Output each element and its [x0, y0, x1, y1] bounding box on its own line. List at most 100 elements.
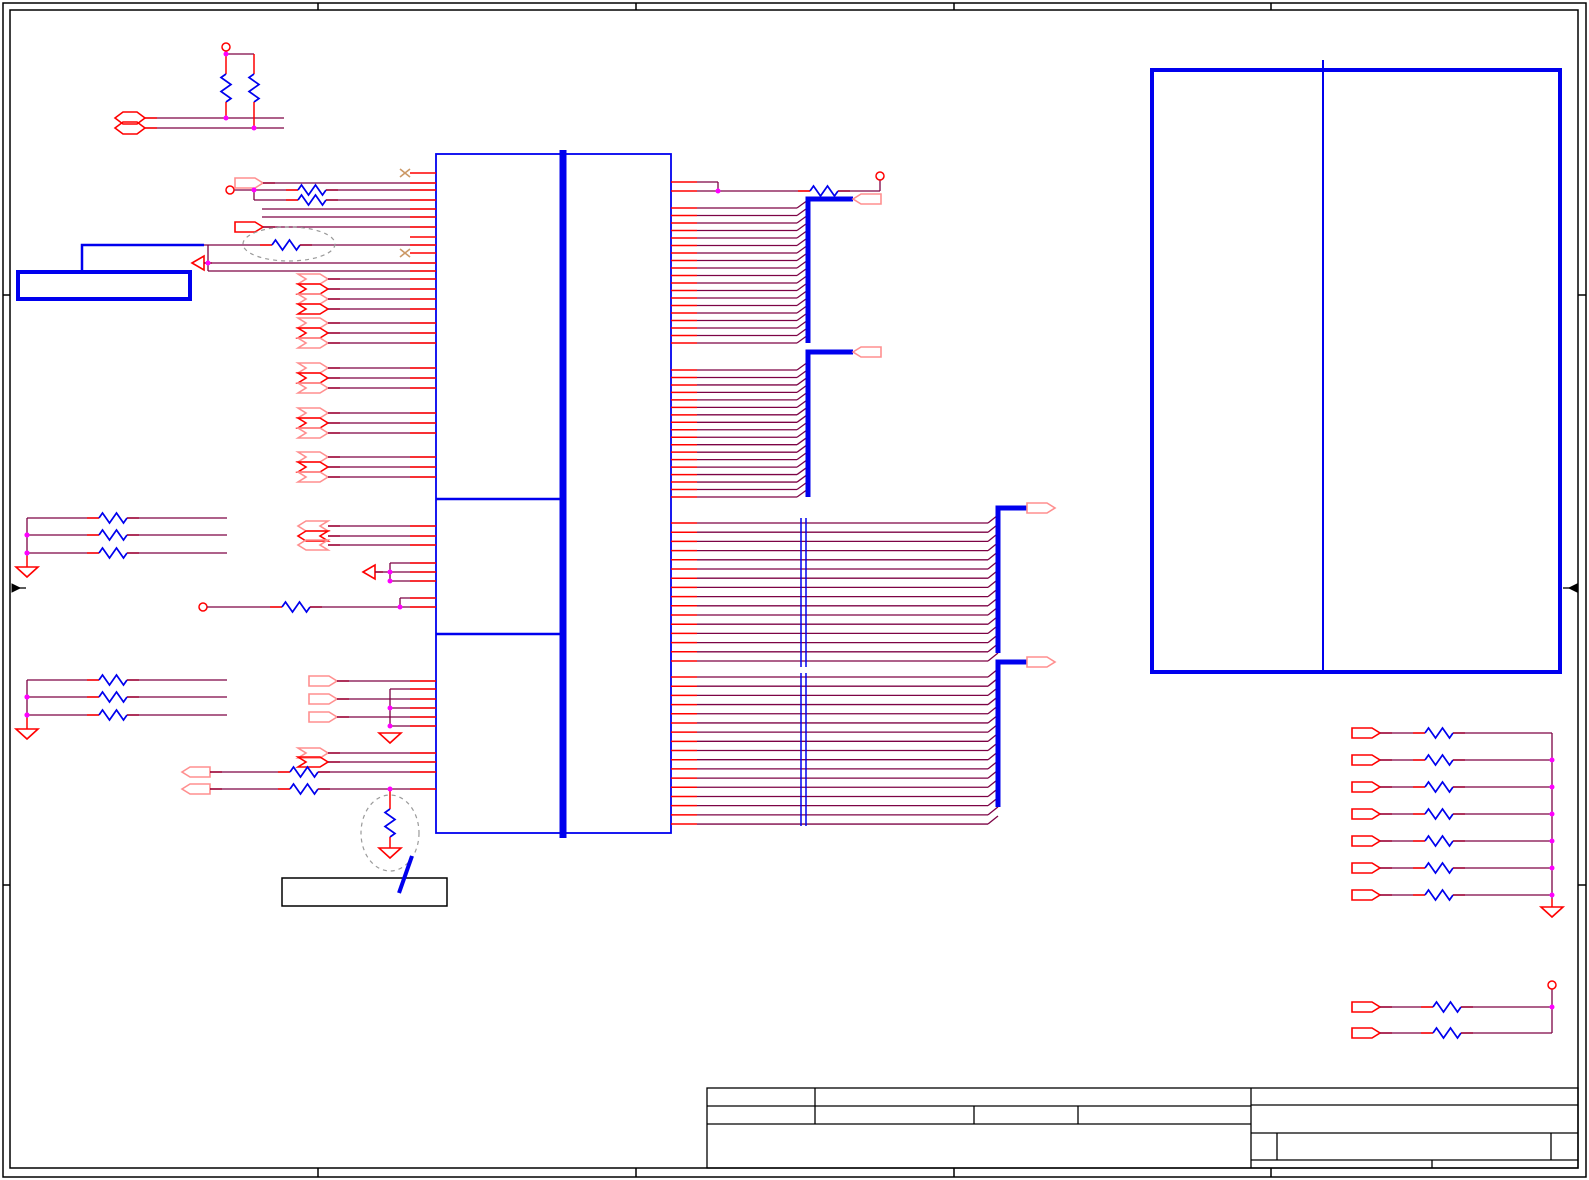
input-port[interactable]	[234, 221, 265, 233]
input-port[interactable]	[1351, 862, 1382, 874]
terminal[interactable]	[875, 171, 885, 181]
junction-dot	[24, 550, 30, 556]
series-resistor[interactable]	[289, 765, 319, 779]
junction-dot	[205, 260, 211, 266]
ground-symbol[interactable]	[13, 728, 41, 741]
schematic-viewer	[0, 0, 1589, 1180]
resistor[interactable]	[98, 528, 128, 542]
resistor[interactable]	[1424, 807, 1454, 821]
bus	[805, 196, 853, 343]
output-port[interactable]	[180, 783, 211, 795]
schematic-canvas[interactable]	[0, 0, 1589, 1180]
resistor[interactable]	[98, 511, 128, 525]
junction-dot	[223, 115, 229, 121]
resistor[interactable]	[98, 708, 128, 722]
input-port[interactable]	[1351, 808, 1382, 820]
chevron-port[interactable]	[295, 327, 330, 339]
bus-port-right[interactable]	[1026, 656, 1057, 668]
input-port[interactable]	[1351, 754, 1382, 766]
pulldown-resistor[interactable]	[383, 808, 397, 838]
junction-dot	[223, 51, 229, 57]
ground-symbol[interactable]	[13, 566, 41, 579]
junction-dot	[251, 187, 257, 193]
series-resistor[interactable]	[281, 600, 311, 614]
series-resistor[interactable]	[297, 193, 327, 207]
memory-block[interactable]	[1150, 68, 1562, 674]
resistor[interactable]	[1424, 861, 1454, 875]
resistor[interactable]	[98, 546, 128, 560]
resistor[interactable]	[1424, 726, 1454, 740]
output-port[interactable]	[361, 563, 376, 581]
resistor[interactable]	[98, 690, 128, 704]
series-resistor[interactable]	[297, 183, 327, 197]
junction-dot	[24, 694, 30, 700]
input-port[interactable]	[1351, 781, 1382, 793]
pullup-resistor[interactable]	[247, 73, 261, 103]
junction-dot	[1549, 865, 1555, 871]
junction-dot	[1549, 838, 1555, 844]
resistor[interactable]	[1432, 1000, 1462, 1014]
bus-port-right[interactable]	[1026, 502, 1057, 514]
input-port[interactable]	[308, 675, 339, 687]
terminal[interactable]	[221, 42, 231, 52]
resistor[interactable]	[1424, 753, 1454, 767]
annotation-pointer	[397, 855, 414, 894]
chevron-port[interactable]	[295, 471, 330, 483]
chevron-port[interactable]	[295, 372, 330, 384]
output-port[interactable]	[180, 766, 211, 778]
annotation-box[interactable]	[281, 877, 448, 907]
input-port[interactable]	[1351, 889, 1382, 901]
junction-dot	[387, 705, 393, 711]
junction-dot	[1549, 784, 1555, 790]
resistor[interactable]	[1432, 1026, 1462, 1040]
input-port[interactable]	[1351, 1027, 1382, 1039]
junction-dot	[387, 578, 393, 584]
junction-dot	[715, 188, 721, 194]
highlight-ellipse	[242, 226, 336, 262]
chevron-port[interactable]	[295, 362, 330, 374]
output-port[interactable]	[190, 254, 205, 272]
resistor[interactable]	[1424, 780, 1454, 794]
chevron-port[interactable]	[295, 427, 330, 439]
input-port[interactable]	[1351, 835, 1382, 847]
input-port[interactable]	[1351, 1001, 1382, 1013]
chevron-port[interactable]	[295, 417, 330, 429]
terminal[interactable]	[1547, 980, 1557, 990]
title-block[interactable]	[706, 1087, 1579, 1169]
ground-symbol[interactable]	[376, 847, 404, 860]
input-port[interactable]	[1351, 727, 1382, 739]
bus-port-left[interactable]	[851, 193, 882, 205]
chevron-port[interactable]	[295, 407, 330, 419]
bus-port-left[interactable]	[851, 346, 882, 358]
pullup-resistor[interactable]	[219, 73, 233, 103]
ground-symbol[interactable]	[1538, 906, 1566, 919]
chevron-port[interactable]	[295, 337, 330, 349]
junction-dot	[397, 604, 403, 610]
input-port[interactable]	[308, 693, 339, 705]
ground-symbol[interactable]	[376, 732, 404, 745]
input-port[interactable]	[234, 177, 265, 189]
junction-dot	[387, 723, 393, 729]
chevron-port[interactable]	[295, 273, 330, 285]
chevron-port[interactable]	[296, 520, 331, 532]
resistor[interactable]	[1424, 834, 1454, 848]
terminal[interactable]	[198, 602, 208, 612]
terminal[interactable]	[225, 185, 235, 195]
chevron-port[interactable]	[295, 303, 330, 315]
chevron-port[interactable]	[295, 317, 330, 329]
chevron-port[interactable]	[295, 283, 330, 295]
connector-block[interactable]	[435, 153, 672, 834]
resistor[interactable]	[1424, 888, 1454, 902]
bus	[995, 659, 1027, 807]
series-resistor[interactable]	[271, 238, 301, 252]
chevron-port[interactable]	[295, 461, 330, 473]
chevron-port[interactable]	[295, 293, 330, 305]
net-label-box[interactable]	[16, 270, 192, 301]
input-port[interactable]	[308, 711, 339, 723]
chevron-port[interactable]	[295, 382, 330, 394]
junction-dot	[1549, 757, 1555, 763]
resistor[interactable]	[98, 673, 128, 687]
series-resistor[interactable]	[809, 184, 839, 198]
chevron-port[interactable]	[295, 451, 330, 463]
series-resistor[interactable]	[289, 782, 319, 796]
